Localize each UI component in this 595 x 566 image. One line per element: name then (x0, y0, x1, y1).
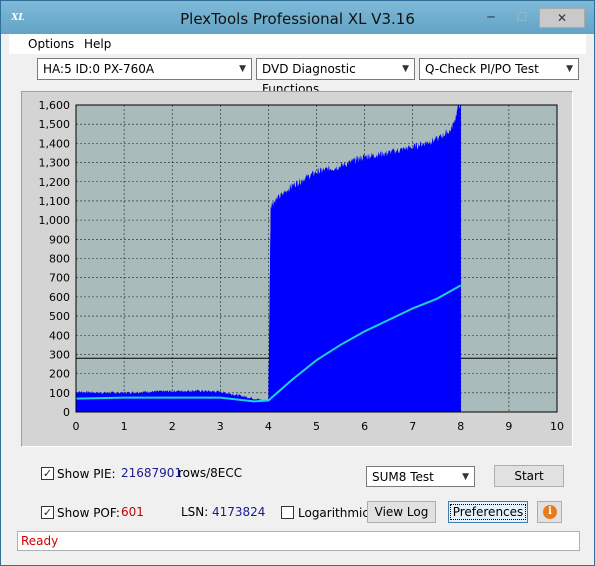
logarithmic-label: Logarithmic (298, 506, 369, 520)
y-tick-label: 900 (49, 233, 70, 246)
chevron-down-icon: ▼ (566, 64, 573, 74)
sum-test-select[interactable]: SUM8 Test ▼ (366, 466, 475, 487)
y-tick-label: 0 (63, 406, 70, 419)
maximize-icon[interactable]: ☐ (509, 8, 535, 28)
x-tick-label: 10 (550, 420, 564, 433)
y-tick-label: 700 (49, 272, 70, 285)
x-tick-label: 9 (505, 420, 512, 433)
y-tick-label: 200 (49, 368, 70, 381)
pie-value: 21687901 (121, 466, 183, 480)
chevron-down-icon: ▼ (462, 472, 469, 482)
show-pie-label: Show PIE: (57, 467, 116, 481)
test-select[interactable]: Q-Check PI/PO Test ▼ (419, 58, 579, 80)
info-button[interactable]: i (537, 501, 562, 523)
menu-options[interactable]: Options (28, 37, 74, 51)
menu-bar: Options Help (9, 34, 586, 54)
y-tick-label: 100 (49, 387, 70, 400)
info-icon: i (543, 505, 557, 519)
poe-value: 601 (121, 505, 144, 519)
show-poe-label: Show POF: (57, 506, 120, 520)
x-tick-label: 1 (121, 420, 128, 433)
x-tick-label: 5 (313, 420, 320, 433)
y-tick-label: 1,300 (39, 157, 71, 170)
window-title: PlexTools Professional XL V3.16 (180, 10, 415, 28)
y-tick-label: 1,200 (39, 176, 71, 189)
pi-po-chart: 01002003004005006007008009001,0001,1001,… (39, 99, 565, 433)
status-text: Ready (21, 534, 59, 548)
x-tick-label: 7 (409, 420, 416, 433)
chevron-down-icon: ▼ (402, 64, 409, 74)
y-tick-label: 1,000 (39, 214, 71, 227)
drive-select[interactable]: HA:5 ID:0 PX-760A ▼ (37, 58, 252, 80)
menu-help[interactable]: Help (84, 37, 111, 51)
y-tick-label: 1,400 (39, 137, 71, 150)
app-window: XL PlexTools Professional XL V3.16 ─ ☐ ✕… (0, 0, 595, 566)
y-tick-label: 300 (49, 348, 70, 361)
x-tick-label: 2 (169, 420, 176, 433)
test-select-value: Q-Check PI/PO Test (425, 62, 539, 76)
minimize-icon[interactable]: ─ (478, 8, 504, 28)
lsn-label: LSN: (181, 505, 209, 519)
start-button[interactable]: Start (494, 465, 564, 487)
x-tick-label: 0 (73, 420, 80, 433)
y-tick-label: 800 (49, 253, 70, 266)
y-tick-label: 1,100 (39, 195, 71, 208)
y-tick-label: 400 (49, 329, 70, 342)
y-tick-label: 1,500 (39, 118, 71, 131)
x-tick-label: 8 (457, 420, 464, 433)
preferences-button[interactable]: Preferences (448, 501, 528, 523)
y-tick-label: 1,600 (39, 99, 71, 112)
x-tick-label: 3 (217, 420, 224, 433)
x-tick-label: 6 (361, 420, 368, 433)
close-icon[interactable]: ✕ (539, 8, 585, 28)
drive-select-value: HA:5 ID:0 PX-760A (43, 62, 155, 76)
lsn-value: 4173824 (212, 505, 266, 519)
function-select[interactable]: DVD Diagnostic Functions ▼ (256, 58, 415, 96)
chevron-down-icon: ▼ (239, 64, 246, 74)
status-bar: Ready (17, 531, 580, 551)
show-poe-checkbox[interactable]: ✓ (41, 506, 54, 519)
x-tick-label: 4 (265, 420, 272, 433)
sum-test-value: SUM8 Test (372, 470, 434, 484)
view-log-button[interactable]: View Log (367, 501, 436, 523)
y-tick-label: 600 (49, 291, 70, 304)
title-bar[interactable]: XL PlexTools Professional XL V3.16 ─ ☐ ✕ (1, 1, 594, 34)
show-pie-checkbox[interactable]: ✓ (41, 467, 54, 480)
pie-unit: rows/8ECC (178, 466, 243, 480)
preferences-label: Preferences (449, 504, 527, 520)
y-tick-label: 500 (49, 310, 70, 323)
logarithmic-checkbox[interactable] (281, 506, 294, 519)
